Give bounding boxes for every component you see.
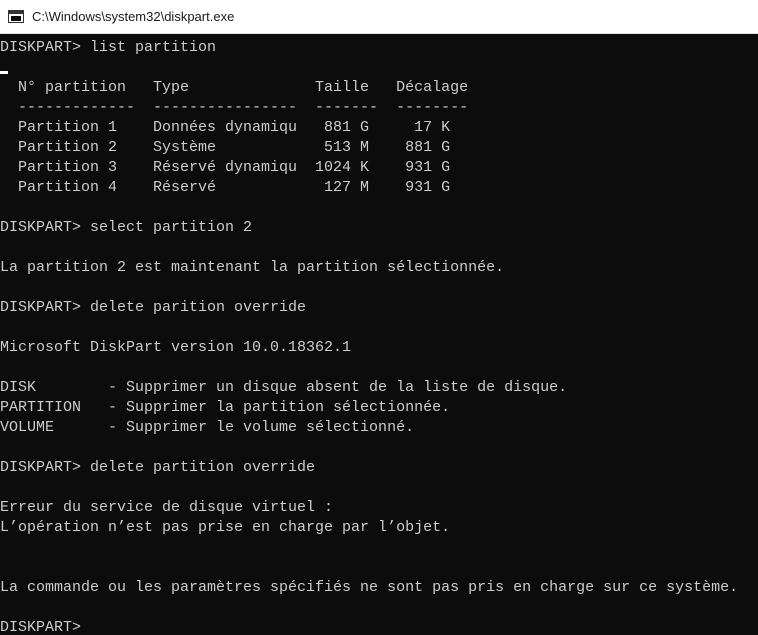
console-output[interactable]: DISKPART> list partition N° partition Ty… — [0, 38, 758, 635]
console-line: N° partition Type Taille Décalage — [0, 79, 469, 96]
console-line: La partition 2 est maintenant la partiti… — [0, 259, 505, 276]
console-line: DISKPART> select partition 2 — [0, 219, 253, 236]
console-line: Erreur du service de disque virtuel : — [0, 499, 334, 516]
console-line: DISKPART> list partition — [0, 39, 217, 56]
console-line: Partition 4 Réservé 127 M 931 G — [0, 179, 451, 196]
console-line: VOLUME - Supprimer le volume sélectionné… — [0, 419, 415, 436]
console-window-icon[interactable] — [8, 10, 24, 23]
console-line: Partition 1 Données dynamiqu 881 G 17 K — [0, 119, 451, 136]
console-prompt[interactable]: DISKPART> — [0, 618, 758, 635]
title-bar[interactable]: C:\Windows\system32\diskpart.exe — [0, 0, 758, 34]
console-line: L’opération n’est pas prise en charge pa… — [0, 519, 451, 536]
console-line: Microsoft DiskPart version 10.0.18362.1 — [0, 339, 352, 356]
console-line: Partition 3 Réservé dynamiqu 1024 K 931 … — [0, 159, 451, 176]
window-title: C:\Windows\system32\diskpart.exe — [32, 9, 235, 24]
console-line: PARTITION - Supprimer la partition sélec… — [0, 399, 451, 416]
console-line: DISKPART> delete parition override — [0, 299, 307, 316]
console-line: DISKPART> delete partition override — [0, 459, 316, 476]
console-window: C:\Windows\system32\diskpart.exe DISKPAR… — [0, 0, 758, 635]
console-line: ------------- ---------------- ------- -… — [0, 99, 469, 116]
console-line: Partition 2 Système 513 M 881 G — [0, 139, 451, 156]
console-line: DISK - Supprimer un disque absent de la … — [0, 379, 568, 396]
console-line: La commande ou les paramètres spécifiés … — [0, 579, 739, 596]
